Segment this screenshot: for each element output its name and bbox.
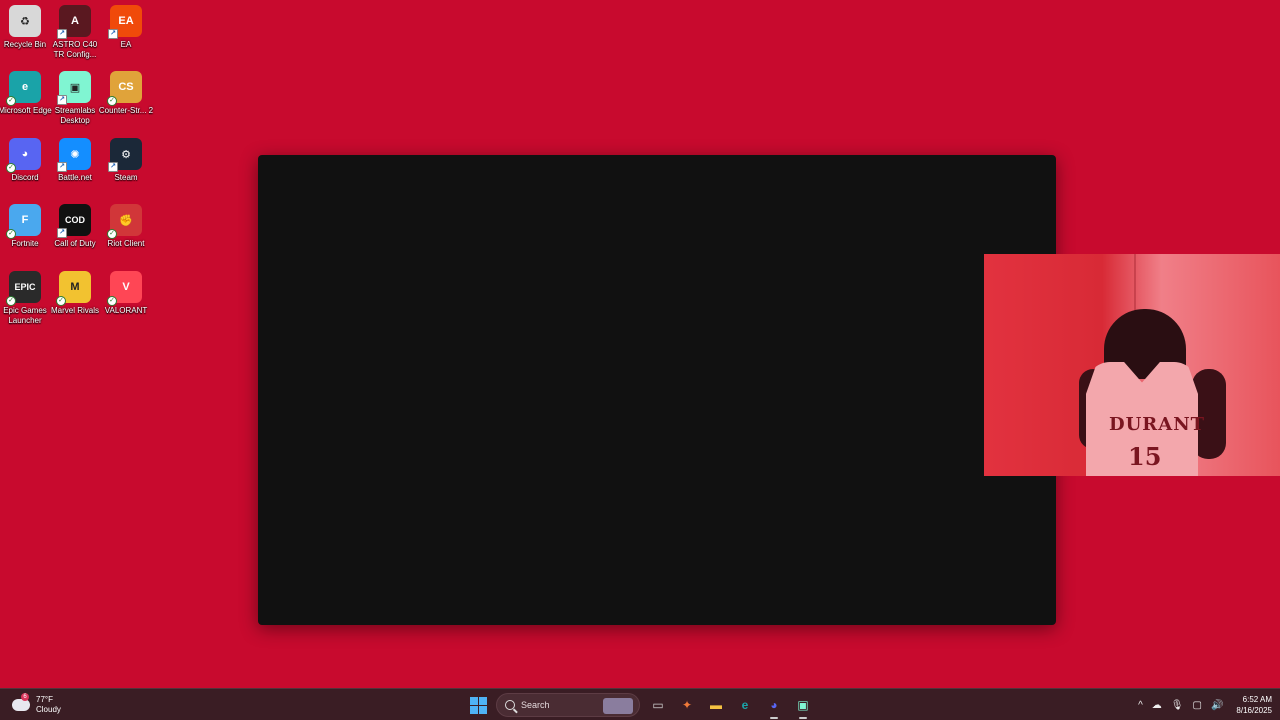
desktop-icon-label: VALORANT	[104, 306, 148, 315]
microphone-icon[interactable]: 🎙	[1171, 700, 1184, 711]
shortcut-arrow-icon: ↗	[57, 162, 67, 172]
desktop-icon-riot-client[interactable]: ✊ ✓ Riot Client	[101, 204, 151, 249]
start-button[interactable]	[466, 693, 490, 717]
desktop-icon-label: Fortnite	[11, 239, 39, 248]
desktop-icon-label: Marvel Rivals	[50, 306, 99, 315]
clock-time: 6:52 AM	[1242, 695, 1272, 704]
desktop-icon-battle-net[interactable]: ✺ ↗ Battle.net	[50, 138, 100, 183]
battlenet-icon: ✺ ↗	[57, 138, 91, 172]
sync-check-icon: ✓	[107, 229, 117, 239]
recycle-bin-icon: ♻	[9, 5, 41, 37]
shortcut-arrow-icon: ↗	[108, 29, 118, 39]
blank-window[interactable]	[258, 155, 1056, 625]
onedrive-icon[interactable]: ☁	[1152, 700, 1162, 711]
desktop-icon-label: Counter-Str... 2	[98, 106, 154, 115]
taskbar-edge-icon[interactable]: e	[733, 693, 757, 717]
weather-widget[interactable]: 6 77°F Cloudy	[12, 693, 61, 717]
display-icon[interactable]: ▢	[1193, 700, 1202, 711]
desktop-icon-steam[interactable]: ⚙ ↗ Steam	[101, 138, 151, 183]
steam-icon: ⚙ ↗	[108, 138, 142, 172]
taskbar-streamlabs-icon[interactable]: ▣	[791, 693, 815, 719]
jersey-number: 15	[1128, 442, 1162, 471]
desktop-icon-label: Recycle Bin	[3, 40, 47, 49]
weather-temp: 77°F	[36, 695, 53, 704]
call-of-duty-icon: COD ↗	[57, 204, 91, 238]
taskbar-copilot-icon[interactable]: ✦	[675, 693, 699, 717]
marvel-rivals-icon: M ✓	[56, 271, 91, 306]
system-tray: ^ ☁ 🎙 ▢ 🔊 6:52 AM 8/16/2025	[1138, 693, 1272, 717]
clock[interactable]: 6:52 AM 8/16/2025	[1236, 694, 1272, 716]
desktop-icon-label: Battle.net	[58, 173, 92, 182]
taskbar: 6 77°F Cloudy Search ▭ ✦ ▬ e ◕ ▣ ^ ☁ 🎙 ▢ 🔊 6:…	[0, 688, 1280, 720]
clock-date: 8/16/2025	[1236, 706, 1272, 715]
desktop-icon-label: Microsoft Edge	[0, 106, 52, 115]
search-icon	[505, 700, 515, 710]
desktop-icon-epic-games-launcher[interactable]: EPIC ✓ Epic Games Launcher	[0, 271, 50, 326]
desktop-icon-ea[interactable]: EA ↗ EA	[101, 5, 151, 50]
sync-check-icon: ✓	[107, 296, 117, 306]
taskbar-center: Search ▭ ✦ ▬ e ◕ ▣	[466, 692, 815, 719]
desktop-icon-label: Riot Client	[107, 239, 145, 248]
desktop-icon-label: Call of Duty	[54, 239, 96, 248]
sync-check-icon: ✓	[107, 96, 117, 106]
shortcut-arrow-icon: ↗	[57, 29, 67, 39]
desktop-icon-marvel-rivals[interactable]: M ✓ Marvel Rivals	[50, 271, 100, 316]
desktop-icon-call-of-duty[interactable]: COD ↗ Call of Duty	[50, 204, 100, 249]
chevron-up-icon[interactable]: ^	[1138, 700, 1143, 711]
desktop-icon-fortnite[interactable]: F ✓ Fortnite	[0, 204, 50, 249]
desktop-icon-discord[interactable]: ◕ ✓ Discord	[0, 138, 50, 183]
desktop-icon-label: Epic Games Launcher	[3, 306, 47, 325]
sync-check-icon: ✓	[6, 163, 16, 173]
taskbar-discord-icon[interactable]: ◕	[762, 693, 786, 719]
desktop-icon-label: EA	[120, 40, 132, 49]
search-placeholder: Search	[521, 700, 550, 710]
astro-controller-icon: A ↗	[57, 5, 91, 39]
desktop-icon-counter-str-2[interactable]: CS ✓ Counter-Str... 2	[98, 71, 154, 116]
desktop-icon-label: Streamlabs Desktop	[54, 106, 96, 125]
streamlabs-icon: ▣ ↗	[57, 71, 91, 105]
jersey-text: DURANT	[1109, 414, 1206, 435]
shortcut-arrow-icon: ↗	[57, 95, 67, 105]
shortcut-arrow-icon: ↗	[108, 162, 118, 172]
sync-check-icon: ✓	[6, 229, 16, 239]
fortnite-icon: F ✓	[6, 204, 41, 239]
cloud-icon: 6	[12, 693, 30, 711]
desktop-icon-streamlabs-desktop[interactable]: ▣ ↗ Streamlabs Desktop	[50, 71, 100, 126]
shortcut-arrow-icon: ↗	[57, 228, 67, 238]
taskbar-task-view-icon[interactable]: ▭	[646, 693, 670, 717]
epic-games-icon: EPIC ✓	[6, 271, 41, 306]
desktop-icon-label: ASTRO C40 TR Config...	[52, 40, 98, 59]
desktop-icon-label: Steam	[114, 173, 138, 182]
edge-icon: e ✓	[6, 71, 41, 106]
weather-badge: 6	[21, 693, 29, 701]
search-highlight-image	[603, 698, 633, 714]
desktop-icon-recycle-bin[interactable]: ♻ Recycle Bin	[0, 5, 50, 50]
volume-icon[interactable]: 🔊	[1211, 700, 1223, 711]
ea-icon: EA ↗	[108, 5, 142, 39]
desktop-icon-astro-c40-tr-config[interactable]: A ↗ ASTRO C40 TR Config...	[50, 5, 100, 60]
weather-condition: Cloudy	[36, 705, 61, 714]
riot-client-icon: ✊ ✓	[107, 204, 142, 239]
webcam-overlay: DURANT 15	[984, 254, 1280, 476]
taskbar-file-explorer-icon[interactable]: ▬	[704, 693, 728, 717]
search-input[interactable]: Search	[496, 693, 640, 717]
discord-icon: ◕ ✓	[6, 138, 41, 173]
desktop-icon-microsoft-edge[interactable]: e ✓ Microsoft Edge	[0, 71, 52, 116]
sync-check-icon: ✓	[6, 96, 16, 106]
desktop-icon-label: Discord	[11, 173, 39, 182]
sync-check-icon: ✓	[56, 296, 66, 306]
pinned-apps: ▭ ✦ ▬ e ◕ ▣	[646, 693, 815, 719]
counter-strike-icon: CS ✓	[107, 71, 142, 106]
valorant-icon: V ✓	[107, 271, 142, 306]
desktop-icon-valorant[interactable]: V ✓ VALORANT	[101, 271, 151, 316]
sync-check-icon: ✓	[6, 296, 16, 306]
